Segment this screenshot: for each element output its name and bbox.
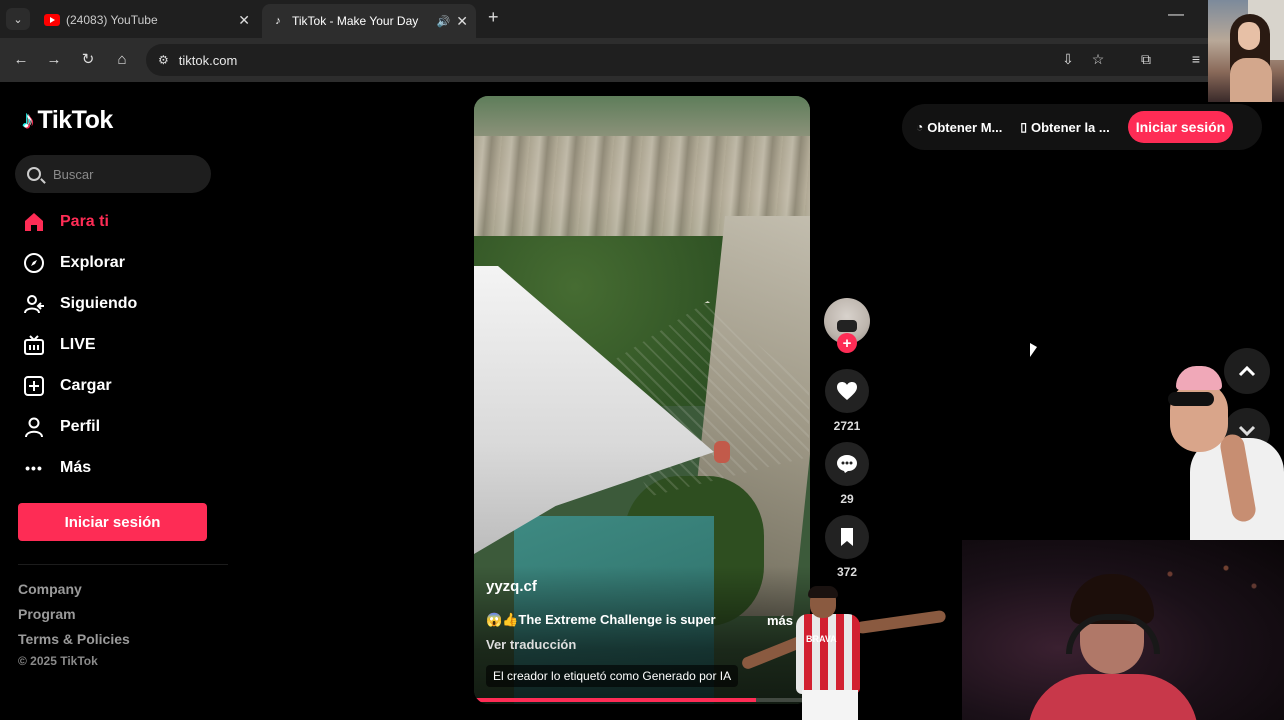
browser-toolbar: ← → ↻ ⌂ ⚙ tiktok.com ⇩ ☆ ⧉ ≡ (0, 38, 1284, 82)
following-icon (22, 292, 46, 316)
tiktok-logo[interactable]: ♪ TikTok (22, 106, 113, 135)
nav-item-mas[interactable]: ••• Más (22, 454, 91, 482)
heart-icon[interactable] (825, 369, 869, 413)
site-info-icon[interactable]: ⚙ (158, 53, 169, 67)
tiktok-logo-icon: ♪ (22, 106, 34, 134)
close-tab-icon[interactable]: ✕ (456, 13, 468, 30)
install-app-icon[interactable]: ⇩ (1058, 49, 1078, 69)
compass-icon (22, 251, 46, 275)
forward-icon[interactable]: → (43, 48, 65, 70)
like-action[interactable]: 2721 (824, 369, 870, 433)
speaker-icon[interactable]: 🔊 (437, 15, 451, 28)
nav-label: LIVE (60, 336, 96, 353)
footer-link-terms[interactable]: Terms & Policies (18, 631, 130, 647)
sidebar-divider (18, 564, 228, 565)
nav-label: Explorar (60, 254, 125, 271)
bookmark-star-icon[interactable]: ☆ (1088, 49, 1108, 69)
video-description: 😱👍The Extreme Challenge is super (486, 612, 716, 627)
nav-label: Perfil (60, 418, 101, 435)
back-icon[interactable]: ← (10, 48, 32, 70)
comment-action[interactable]: 29 (824, 442, 870, 506)
video-username[interactable]: yyzq.cf (486, 578, 537, 595)
youtube-icon (44, 14, 60, 26)
jersey-text: BRAVA (806, 634, 837, 644)
minimize-window-icon[interactable]: — (1168, 6, 1184, 24)
reload-icon[interactable]: ↻ (77, 48, 99, 70)
nav-label: Siguiendo (60, 295, 138, 312)
translate-link[interactable]: Ver traducción (486, 637, 576, 652)
tab-title: TikTok - Make Your Day (292, 14, 419, 28)
ai-generated-label: El creador lo etiquetó como Generado por… (486, 665, 739, 687)
nav-item-explorar[interactable]: Explorar (22, 249, 125, 277)
upload-icon (22, 374, 46, 398)
close-tab-icon[interactable]: ✕ (238, 12, 250, 29)
tab-youtube[interactable]: (24083) YouTube ✕ (36, 5, 258, 35)
streamer-webcam (962, 540, 1284, 720)
soccer-player-overlay: BRAVA (740, 586, 950, 720)
footer-link-program[interactable]: Program (18, 606, 76, 622)
nav-label: Para ti (60, 213, 109, 230)
get-app-label: Obtener M... (927, 119, 1003, 135)
profile-icon (22, 415, 46, 439)
bookmark-icon[interactable] (825, 515, 869, 559)
nav-item-para-ti[interactable]: Para ti (22, 208, 109, 236)
extensions-icon[interactable]: ⧉ (1136, 49, 1156, 69)
tab-search-dropdown[interactable]: ⌄ (6, 8, 30, 30)
save-action[interactable]: 372 (824, 515, 870, 579)
tab-title: (24083) YouTube (66, 13, 158, 27)
search-input[interactable] (53, 166, 203, 182)
tiktok-coin-icon: ◔ (916, 120, 924, 134)
nav-item-live[interactable]: LIVE (22, 331, 96, 359)
logo-text: TikTok (37, 106, 114, 134)
mouse-cursor (1030, 342, 1044, 366)
home-icon[interactable]: ⌂ (111, 48, 133, 70)
search-icon (27, 167, 41, 181)
follow-plus-icon[interactable]: + (837, 333, 857, 353)
login-button[interactable]: Iniciar sesión (18, 503, 207, 541)
tab-tiktok[interactable]: ♪ TikTok - Make Your Day 🔊 ✕ (262, 4, 476, 38)
phone-icon: ▯ (1020, 120, 1027, 134)
new-tab-icon[interactable]: + (488, 7, 499, 28)
comment-count: 29 (840, 492, 854, 506)
footer-link-company[interactable]: Company (18, 581, 82, 597)
video-progress-fill (474, 698, 757, 702)
get-mobile-label: Obtener la ... (1030, 119, 1110, 135)
get-app-link[interactable]: ◔ Obtener M... (916, 120, 1002, 135)
nav-item-perfil[interactable]: Perfil (22, 413, 100, 441)
browser-tab-bar: ⌄ (24083) YouTube ✕ ♪ TikTok - Make Your… (0, 0, 1284, 38)
copyright-text: © 2025 TikTok (18, 654, 98, 668)
camera-thumbnail (1208, 0, 1284, 102)
like-count: 2721 (833, 419, 861, 433)
nav-item-siguiendo[interactable]: Siguiendo (22, 290, 137, 318)
top-login-button[interactable]: Iniciar sesión (1127, 111, 1234, 143)
live-tv-icon (22, 333, 46, 357)
nav-item-cargar[interactable]: Cargar (22, 372, 112, 400)
nav-label: Más (60, 459, 92, 476)
man-sticker-overlay (1162, 360, 1284, 540)
comment-icon[interactable] (825, 442, 869, 486)
url-text: tiktok.com (178, 52, 238, 68)
more-dots-icon: ••• (25, 460, 43, 476)
media-control-icon[interactable]: ≡ (1186, 49, 1206, 69)
nav-label: Cargar (60, 377, 112, 394)
sidebar: ♪ TikTok Para ti Explorar Siguiendo LIVE… (0, 82, 240, 720)
tiktok-icon: ♪ (275, 15, 281, 27)
home-icon (22, 210, 46, 234)
top-action-bar: ◔ Obtener M... ▯ Obtener la ... Iniciar … (902, 104, 1262, 150)
get-mobile-link[interactable]: ▯ Obtener la ... (1020, 120, 1109, 135)
search-box[interactable] (15, 155, 211, 193)
save-count: 372 (836, 565, 858, 579)
